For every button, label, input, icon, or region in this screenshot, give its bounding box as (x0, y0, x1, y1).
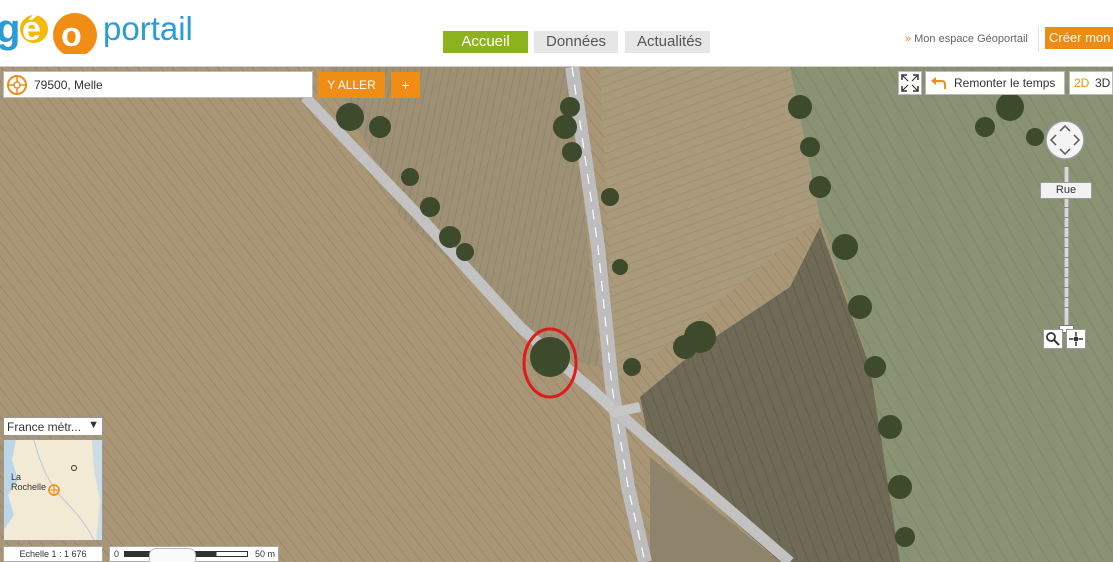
geoportail-logo[interactable]: g é o portail (0, 4, 215, 54)
zoom-tick (1061, 287, 1070, 288)
zoom-tick (1061, 307, 1070, 308)
zoom-tick (1061, 267, 1070, 268)
remonter-le-temps-button[interactable]: Remonter le temps (925, 71, 1065, 95)
map-view[interactable]: Y ALLER + Remonter le temps 2D 3D Rue (0, 67, 1113, 562)
svg-text:o: o (61, 16, 82, 54)
bottom-panel-handle[interactable] (149, 548, 196, 562)
zoom-tick (1061, 247, 1070, 248)
zoom-tick (1061, 227, 1070, 228)
overview-place-label: La Rochelle (11, 472, 47, 492)
svg-text:é: é (22, 10, 41, 48)
tab-accueil[interactable]: Accueil (443, 31, 528, 53)
zoom-search-button[interactable] (1043, 329, 1063, 349)
scale-ratio: Echelle 1 : 1 676 (3, 546, 103, 562)
tab-actualites[interactable]: Actualités (625, 31, 710, 53)
view-3d-button[interactable]: 3D (1095, 76, 1110, 90)
zoom-tick (1061, 297, 1070, 298)
center-map-button[interactable] (1066, 329, 1086, 349)
chevron-right-icon: » (905, 33, 912, 45)
overview-map[interactable]: La Rochelle (3, 439, 103, 541)
locate-icon[interactable] (6, 74, 28, 96)
undo-arrow-icon (931, 77, 946, 89)
fullscreen-button[interactable] (898, 71, 922, 95)
fullscreen-icon (901, 74, 919, 92)
header-divider (1038, 26, 1039, 52)
pan-compass-icon[interactable] (1044, 119, 1086, 161)
crosshair-icon (1069, 332, 1083, 346)
view-2d-button[interactable]: 2D (1074, 76, 1089, 90)
zoom-tick (1061, 237, 1070, 238)
zoom-tick (1061, 277, 1070, 278)
search-input[interactable] (34, 74, 304, 95)
dropdown-arrow-icon: ▼ (88, 419, 99, 431)
create-account-button[interactable]: Créer mon (1045, 27, 1113, 49)
site-header: g é o portail Accueil Données Actualités… (0, 0, 1113, 67)
zoom-tick (1061, 217, 1070, 218)
territory-select[interactable]: France métr... ▼ (3, 417, 103, 436)
mon-espace-label: Mon espace Géoportail (914, 33, 1028, 45)
remonter-label: Remonter le temps (954, 76, 1056, 90)
search-box[interactable] (3, 71, 313, 98)
zoom-level-label[interactable]: Rue (1040, 182, 1092, 199)
view-mode-toggle[interactable]: 2D 3D (1069, 71, 1113, 95)
territory-select-value: France métr... (7, 420, 82, 434)
magnifier-icon (1046, 332, 1060, 346)
go-button[interactable]: Y ALLER (318, 72, 385, 98)
svg-text:portail: portail (103, 10, 193, 47)
zoom-tick (1061, 257, 1070, 258)
more-options-button[interactable]: + (391, 72, 420, 98)
zoom-tick (1061, 207, 1070, 208)
svg-text:g: g (0, 7, 20, 51)
tab-donnees[interactable]: Données (534, 31, 618, 53)
mon-espace-link[interactable]: » Mon espace Géoportail (905, 33, 1028, 45)
aerial-imagery[interactable] (0, 67, 1113, 562)
